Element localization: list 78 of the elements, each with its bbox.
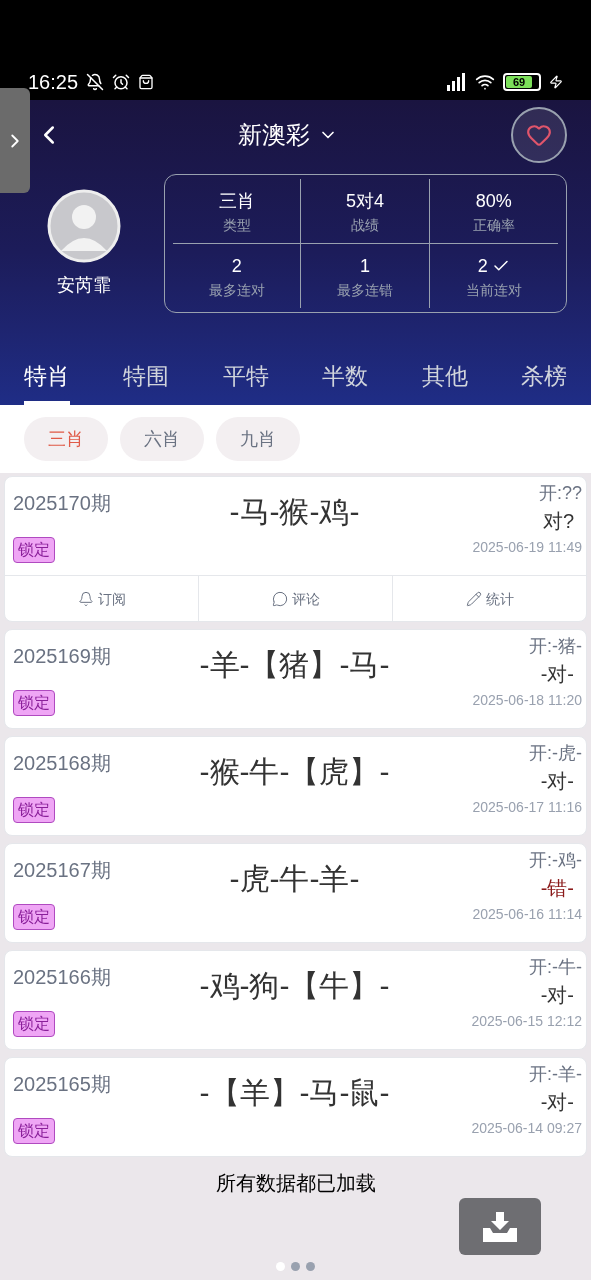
stat-value: 2	[477, 252, 510, 280]
alarm-icon	[112, 73, 131, 91]
side-panel-handle[interactable]	[0, 88, 30, 193]
draw-result: 开:-虎-	[529, 742, 582, 765]
stat-value: 三肖	[218, 190, 255, 213]
draw-result: 开:-牛-	[529, 956, 582, 979]
record-time: 2025-06-16 11:14	[472, 905, 582, 924]
wifi-icon	[475, 72, 495, 92]
stat-label: 最多连错	[337, 281, 393, 300]
download-icon	[483, 1211, 517, 1242]
locked-badge: 锁定	[13, 1118, 55, 1144]
stat-label: 类型	[222, 216, 251, 235]
heart-icon	[526, 122, 552, 148]
result-status: -对-	[540, 983, 575, 1008]
favorite-button[interactable]	[511, 107, 567, 163]
category-tab[interactable]: 平特	[222, 358, 269, 405]
period-number: 2025166期	[13, 965, 112, 990]
locked-badge: 锁定	[13, 690, 55, 716]
category-tab[interactable]: 半数	[322, 358, 369, 405]
record-time: 2025-06-19 11:49	[472, 538, 582, 557]
period-number: 2025165期	[13, 1072, 112, 1097]
prediction-text: -鸡-狗-【牛】-	[199, 968, 390, 1004]
charging-icon	[549, 75, 563, 89]
action-button[interactable]: 评论	[198, 576, 392, 621]
stat-value: 80%	[475, 190, 512, 213]
locked-badge: 锁定	[13, 797, 55, 823]
result-status: -对-	[540, 662, 575, 687]
category-tab[interactable]: 其他	[421, 358, 468, 405]
draw-result: 开:-猪-	[529, 635, 582, 658]
clock-time: 16:25	[28, 70, 79, 95]
result-status: -对-	[540, 1090, 575, 1115]
period-number: 2025168期	[13, 751, 112, 776]
filter-chip[interactable]: 六肖	[120, 417, 204, 461]
record-time: 2025-06-18 11:20	[472, 691, 582, 710]
draw-result: 开:-羊-	[529, 1063, 582, 1086]
avatar-icon	[47, 188, 121, 263]
locked-badge: 锁定	[13, 537, 55, 563]
prediction-text: -【羊】-马-鼠-	[199, 1075, 390, 1111]
result-status: -错-	[540, 876, 575, 901]
prediction-text: -虎-牛-羊-	[229, 861, 360, 897]
result-status: -对-	[540, 769, 575, 794]
record-time: 2025-06-14 09:27	[471, 1119, 582, 1138]
stat-value: 1	[360, 255, 370, 278]
result-status: 对?	[542, 509, 575, 534]
region-dropdown[interactable]: 新澳彩	[237, 119, 338, 151]
category-tab[interactable]: 杀榜	[520, 358, 567, 405]
all-loaded-message: 所有数据都已加载	[215, 1171, 376, 1196]
record-time: 2025-06-15 12:12	[471, 1012, 582, 1031]
period-number: 2025167期	[13, 858, 112, 883]
stat-label: 战绩	[351, 216, 379, 235]
action-button[interactable]: 订阅	[5, 576, 198, 621]
locked-badge: 锁定	[13, 1011, 55, 1037]
prediction-text: -马-猴-鸡-	[229, 494, 360, 530]
download-button[interactable]	[459, 1198, 541, 1255]
stat-label: 正确率	[472, 216, 515, 235]
locked-badge: 锁定	[13, 904, 55, 930]
battery-icon: 69	[503, 73, 541, 91]
bag-icon	[138, 74, 155, 90]
bell-off-icon	[86, 73, 105, 91]
action-button[interactable]: 统计	[392, 576, 586, 621]
record-time: 2025-06-17 11:16	[472, 798, 582, 817]
stat-value: 2	[231, 255, 242, 278]
stat-label: 当前连对	[465, 281, 522, 300]
signal-icon	[445, 73, 467, 91]
prediction-text: -猴-牛-【虎】-	[199, 754, 390, 790]
user-name: 安芮霏	[57, 273, 111, 297]
prediction-text: -羊-【猪】-马-	[199, 647, 390, 683]
period-number: 2025169期	[13, 644, 112, 669]
draw-result: 开:-鸡-	[529, 849, 582, 872]
comment-icon	[271, 590, 288, 607]
bell-icon	[77, 590, 94, 607]
filter-chip[interactable]: 九肖	[216, 417, 300, 461]
draw-result: 开:??	[538, 482, 582, 505]
stat-value: 5对4	[345, 190, 384, 213]
category-tab[interactable]: 特围	[123, 358, 170, 405]
period-number: 2025170期	[13, 491, 112, 516]
pencil-icon	[465, 590, 482, 607]
stat-label: 最多连对	[208, 281, 265, 300]
